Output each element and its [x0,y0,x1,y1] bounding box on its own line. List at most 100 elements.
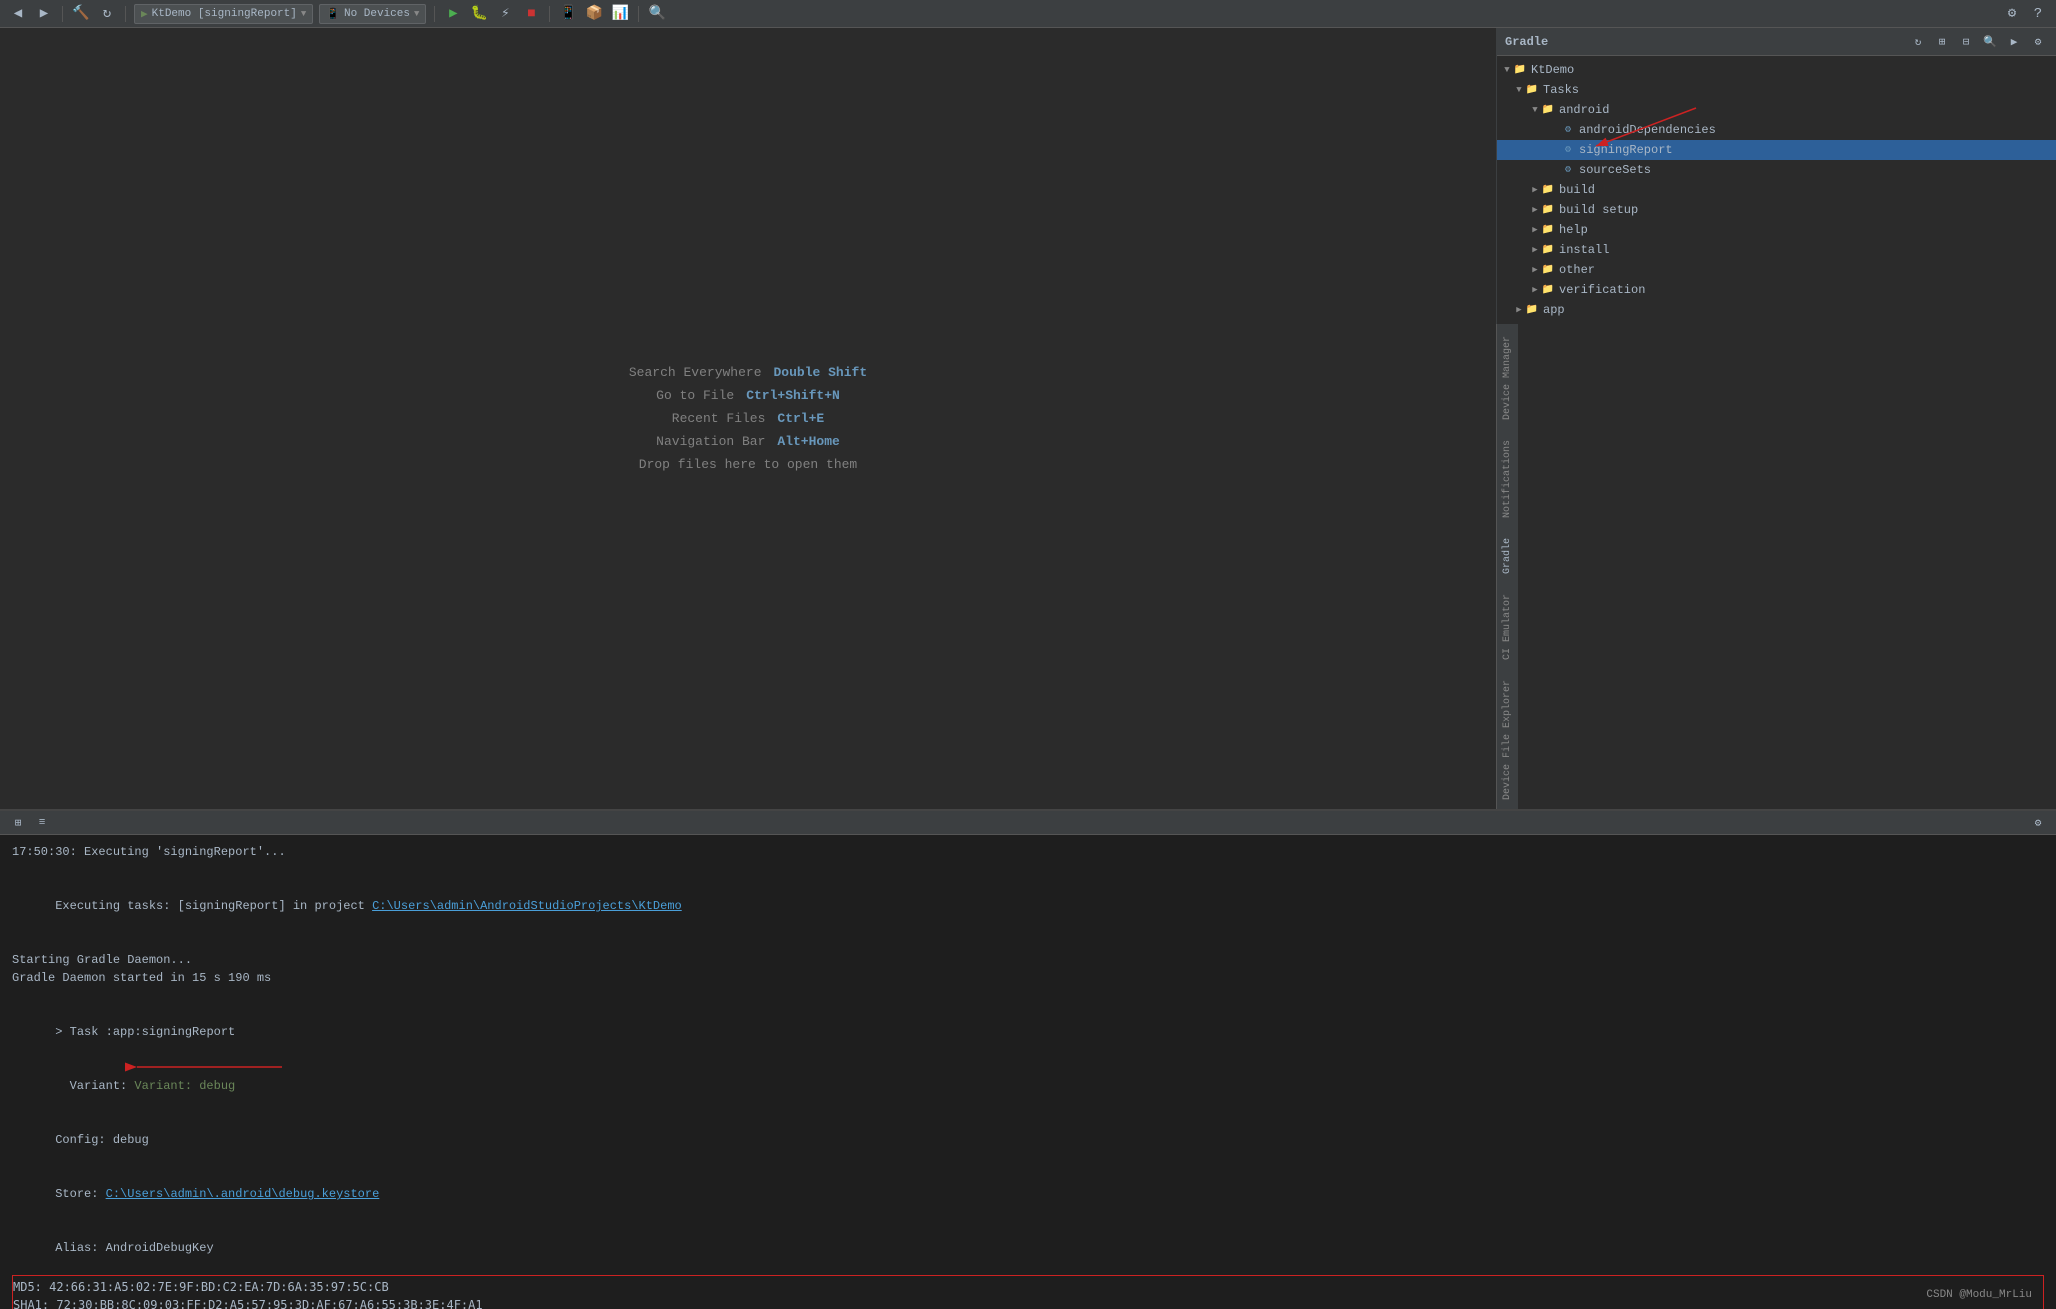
console-alias-line: Alias: AndroidDebugKey [12,1221,2044,1275]
hash-section: MD5: 42:66:31:A5:02:7E:9F:BD:C2:EA:7D:6A… [12,1275,2044,1309]
go-to-file-shortcut: Ctrl+Shift+N [746,388,840,403]
settings-icon[interactable]: ⚙ [2002,4,2022,24]
tree-arrow-other: ▶ [1529,264,1541,276]
console-line-4 [12,933,2044,951]
navigation-bar-label: Navigation Bar [656,434,765,449]
toolbar-right: ⚙ ? [2002,4,2048,24]
debug-button[interactable]: 🐛 [469,4,489,24]
right-panel-tabs: Device Manager Notifications Gradle CI E… [1496,324,1518,809]
avd-icon[interactable]: 📱 [558,4,578,24]
tree-arrow-ktdemo: ▼ [1501,64,1513,76]
tab-device-file[interactable]: Device File Explorer [1500,672,1515,808]
main-content: Search Everywhere Double Shift Go to Fil… [0,28,2056,809]
console-store-line: Store: C:\Users\admin\.android\debug.key… [12,1167,2044,1221]
bottom-panel: ⊞ ≡ ⚙ 17:50:30: Executing 'signingReport… [0,809,2056,1309]
console-line-7 [12,987,2044,1005]
folder-icon-tasks: 📁 [1525,83,1539,97]
tree-source-sets[interactable]: ▶ ⚙ sourceSets [1497,160,2056,180]
tree-build[interactable]: ▶ 📁 build [1497,180,2056,200]
tree-signing-report[interactable]: ▶ ⚙ signingReport [1497,140,2056,160]
console-variant-debug: Variant: Variant: debug [12,1059,235,1113]
forward-icon[interactable]: ▶ [34,4,54,24]
task-icon-signing-report: ⚙ [1561,143,1575,157]
tree-label-install: install [1559,243,1609,257]
tree-ktdemo[interactable]: ▼ 📁 KtDemo [1497,60,2056,80]
run-config-label: KtDemo [signingReport] [152,8,297,20]
tab-device-manager[interactable]: Device Manager [1500,328,1515,428]
tree-arrow-app: ▶ [1513,304,1525,316]
tab-gradle[interactable]: Gradle [1500,530,1515,582]
editor-empty-area: Search Everywhere Double Shift Go to Fil… [0,28,1496,809]
tree-arrow-verification: ▶ [1529,284,1541,296]
device-selector[interactable]: 📱 No Devices ▼ [319,4,426,24]
gradle-search-icon[interactable]: 🔍 [1980,32,2000,52]
console-line-2 [12,861,2044,879]
hint-navigation-bar: Navigation Bar Alt+Home [656,434,840,449]
drop-files-label: Drop files here to open them [639,457,857,472]
profiler-icon[interactable]: 📊 [610,4,630,24]
sync-icon[interactable]: ↻ [97,4,117,24]
run-config-selector[interactable]: ▶ KtDemo [signingReport] ▼ [134,4,313,24]
build-icon[interactable]: 🔨 [71,4,91,24]
gradle-expand-icon[interactable]: ⊞ [1932,32,1952,52]
tree-help[interactable]: ▶ 📁 help [1497,220,2056,240]
tree-android[interactable]: ▼ 📁 android [1497,100,2056,120]
tree-label-help: help [1559,223,1588,237]
device-chevron: ▼ [414,9,419,19]
project-path-link[interactable]: C:\Users\admin\AndroidStudioProjects\KtD… [372,899,682,913]
variant-debug-row: Variant: Variant: debug [12,1059,2044,1113]
gradle-settings-icon[interactable]: ⚙ [2028,32,2048,52]
run-config-icon: ▶ [141,7,148,21]
tree-label-source-sets: sourceSets [1579,163,1651,177]
tree-app[interactable]: ▶ 📁 app [1497,300,2056,320]
separator4 [549,6,550,22]
recent-files-shortcut: Ctrl+E [777,411,824,426]
gradle-panel: Gradle ↻ ⊞ ⊟ 🔍 ▶ ⚙ ▼ 📁 KtDemo [1496,28,2056,324]
tab-ci-emulator[interactable]: CI Emulator [1500,586,1515,668]
tree-build-setup[interactable]: ▶ 📁 build setup [1497,200,2056,220]
separator [62,6,63,22]
tree-label-signing-report: signingReport [1579,143,1673,157]
terminal-icon[interactable]: ⊞ [8,813,28,833]
tree-install[interactable]: ▶ 📁 install [1497,240,2056,260]
gradle-run-icon[interactable]: ▶ [2004,32,2024,52]
console-line-1: 17:50:30: Executing 'signingReport'... [12,843,2044,861]
gradle-toolbar: ↻ ⊞ ⊟ 🔍 ▶ ⚙ [1908,32,2048,52]
hint-recent-files: Recent Files Ctrl+E [672,411,824,426]
tab-notifications[interactable]: Notifications [1500,432,1515,526]
help-icon[interactable]: ? [2028,4,2048,24]
run-button[interactable]: ▶ [443,4,463,24]
folder-icon-other: 📁 [1541,263,1555,277]
terminal-scroll-icon[interactable]: ≡ [32,813,52,833]
executing-prefix: Executing tasks: [signingReport] in proj… [55,899,372,913]
gradle-header: Gradle ↻ ⊞ ⊟ 🔍 ▶ ⚙ [1497,28,2056,56]
navigation-bar-shortcut: Alt+Home [777,434,839,449]
sdk-icon[interactable]: 📦 [584,4,604,24]
task-line-text: > Task :app:signingReport [55,1025,235,1039]
separator2 [125,6,126,22]
gradle-collapse-icon[interactable]: ⊟ [1956,32,1976,52]
console-line-3: Executing tasks: [signingReport] in proj… [12,879,2044,933]
tree-other[interactable]: ▶ 📁 other [1497,260,2056,280]
folder-icon-ktdemo: 📁 [1513,63,1527,77]
gradle-refresh-icon[interactable]: ↻ [1908,32,1928,52]
top-toolbar: ◀ ▶ 🔨 ↻ ▶ KtDemo [signingReport] ▼ 📱 No … [0,0,2056,28]
terminal-settings-icon[interactable]: ⚙ [2028,813,2048,833]
bottom-toolbar-right: ⚙ [2028,813,2048,833]
tree-android-deps[interactable]: ▶ ⚙ androidDependencies [1497,120,2056,140]
console-line-6: Gradle Daemon started in 15 s 190 ms [12,969,2044,987]
search-shortcut: Double Shift [774,365,868,380]
tree-verification[interactable]: ▶ 📁 verification [1497,280,2056,300]
tree-arrow-tasks: ▼ [1513,84,1525,96]
profile-button[interactable]: ⚡ [495,4,515,24]
tree-label-build-setup: build setup [1559,203,1638,217]
stop-button[interactable]: ■ [521,4,541,24]
back-icon[interactable]: ◀ [8,4,28,24]
search-everywhere-icon[interactable]: 🔍 [647,4,667,24]
bottom-right-watermark: CSDN @Modu_MrLiu [1926,1287,2032,1301]
tree-tasks[interactable]: ▼ 📁 Tasks [1497,80,2056,100]
store-path-link[interactable]: C:\Users\admin\.android\debug.keystore [106,1187,380,1201]
hint-drop-files: Drop files here to open them [639,457,857,472]
hint-search: Search Everywhere Double Shift [629,365,867,380]
run-config-chevron: ▼ [301,9,306,19]
